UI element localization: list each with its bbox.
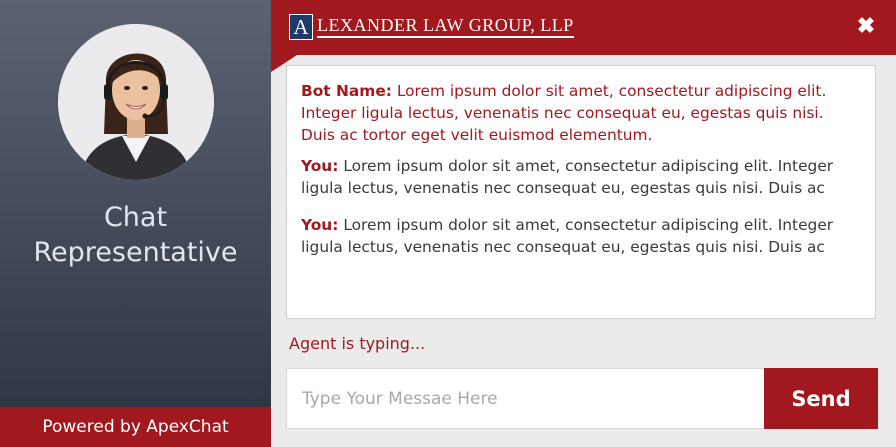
message-bot: Bot Name: Lorem ipsum dolor sit amet, co… <box>301 82 827 144</box>
chat-header: A LEXANDER LAW GROUP, LLP ✖ <box>271 0 896 55</box>
typing-indicator: Agent is typing... <box>289 334 426 353</box>
chat-panel: A LEXANDER LAW GROUP, LLP ✖ Bot Name: Lo… <box>271 0 896 447</box>
send-button[interactable]: Send <box>764 368 878 429</box>
chat-widget: Chat Representative Powered by ApexChat … <box>0 0 896 447</box>
agent-avatar-icon <box>58 24 214 180</box>
composer: Send <box>286 368 878 429</box>
powered-by-footer[interactable]: Powered by ApexChat <box>0 407 271 447</box>
message-text: Lorem ipsum dolor sit amet, consectetur … <box>301 216 834 256</box>
logo-text: LEXANDER LAW GROUP, LLP <box>317 15 574 38</box>
agent-title-line2: Representative <box>33 237 238 268</box>
message-list[interactable]: Bot Name: Lorem ipsum dolor sit amet, co… <box>286 65 876 319</box>
message-input[interactable] <box>286 368 764 429</box>
firm-logo: A LEXANDER LAW GROUP, LLP <box>289 14 574 40</box>
agent-panel: Chat Representative Powered by ApexChat <box>0 0 271 447</box>
message-text: Lorem ipsum dolor sit amet, consectetur … <box>301 157 834 197</box>
agent-title-line1: Chat <box>103 202 168 233</box>
message-sender: Bot Name <box>301 82 386 100</box>
message-user: You: Lorem ipsum dolor sit amet, consect… <box>301 157 834 197</box>
agent-avatar <box>58 24 214 180</box>
logo-initial: A <box>289 14 313 40</box>
message-sender: You <box>301 216 333 234</box>
message-sender: You <box>301 157 333 175</box>
agent-title: Chat Representative <box>0 200 271 270</box>
message-user: You: Lorem ipsum dolor sit amet, consect… <box>301 216 834 256</box>
close-icon[interactable]: ✖ <box>856 15 876 37</box>
